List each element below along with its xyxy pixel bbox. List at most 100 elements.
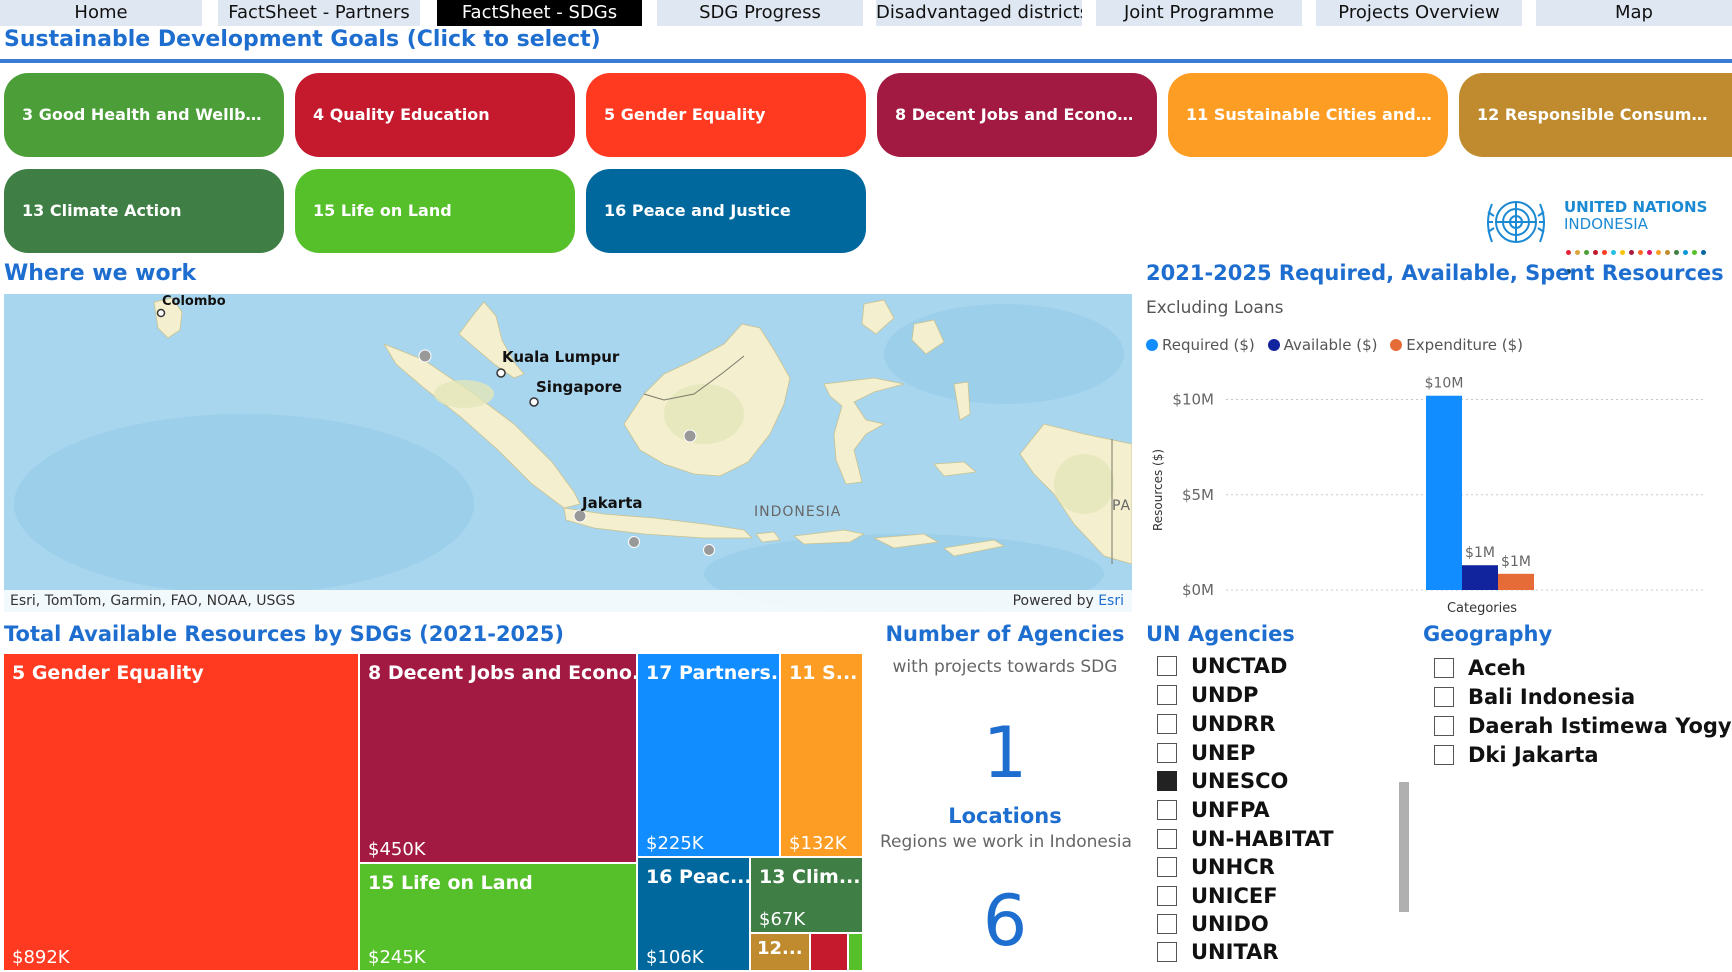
checkbox[interactable] [1157,829,1177,849]
bar-required [1426,395,1462,590]
sdg-button-8[interactable]: 8 Decent Jobs and Economic ... [877,73,1157,157]
logo-line-1: UNITED NATIONS [1564,198,1708,216]
sdg-button-3[interactable]: 3 Good Health and Wellbeing [4,73,284,157]
resources-chart-legend: Required ($) Available ($) Expenditure (… [1146,336,1531,354]
sdg-button-4[interactable]: 4 Quality Education [295,73,575,157]
treemap-tile-16[interactable]: 16 Peac... $106K [638,858,751,972]
tile-value: $245K [368,947,426,968]
checkbox[interactable] [1434,745,1454,765]
legend-item-available[interactable]: Available ($) [1267,336,1378,354]
checkbox[interactable] [1157,743,1177,763]
slicer-item-label: Daerah Istimewa Yogya... [1468,714,1732,738]
sdg-button-13[interactable]: 13 Climate Action [4,169,284,253]
treemap-tile-11[interactable]: 11 S... $132K [781,654,864,858]
slicer-item-label: UNITAR [1191,940,1279,964]
sdg-button-12[interactable]: 12 Responsible Consumption... [1459,73,1732,157]
checkbox[interactable] [1157,714,1177,734]
locations-kpi-subtitle: Regions we work in Indonesia [880,832,1132,852]
tab-map[interactable]: Map [1536,0,1732,26]
treemap-tile-small[interactable] [849,934,864,972]
tab-home[interactable]: Home [0,0,202,26]
y-tick-label: $5M [1182,486,1214,504]
treemap-tile-17[interactable]: 17 Partners... $225K [638,654,781,858]
map-basemap [4,294,1132,612]
sdg-button-11[interactable]: 11 Sustainable Cities and Co... [1168,73,1448,157]
sdg-section-title: Sustainable Development Goals (Click to … [4,27,601,52]
bar-available [1462,565,1498,590]
sdg-button-label: 3 Good Health and Wellbeing [22,105,284,124]
esri-link[interactable]: Esri [1098,593,1124,609]
x-axis-label: Categories [1447,601,1517,616]
un-agencies-title: UN Agencies [1146,622,1295,646]
treemap-tile-4[interactable] [811,934,849,972]
legend-label: Available ($) [1283,336,1378,354]
slicer-item-label: UN-HABITAT [1191,827,1334,851]
checkbox[interactable] [1157,656,1177,676]
agencies-kpi-title: Number of Agencies [885,622,1125,646]
slicer-item-label: UNFPA [1191,798,1270,822]
tab-joint-programme[interactable]: Joint Programme [1096,0,1302,26]
tile-value: $67K [759,909,806,930]
resources-bar-chart: $0M $5M $10M Resources ($) Categories $10M $1M… [1151,376,1706,616]
tab-factsheet-partners[interactable]: FactSheet - Partners [218,0,420,26]
map-powered-by: Powered by Esri [1013,590,1124,612]
sdg-button-label: 4 Quality Education [313,105,490,124]
treemap-tile-5[interactable]: 5 Gender Equality $892K [4,654,360,972]
checkbox[interactable] [1157,771,1177,791]
checkbox[interactable] [1434,687,1454,707]
tab-disadvantaged-districts[interactable]: Disadvantaged districts [876,0,1082,26]
sdg-button-label: 16 Peace and Justice [604,201,791,220]
legend-dot [1267,339,1280,351]
tile-label: 13 Clim... [759,866,861,888]
sdg-button-label: 5 Gender Equality [604,105,766,124]
tile-value: $892K [12,947,70,968]
legend-item-expenditure[interactable]: Expenditure ($) [1390,336,1523,354]
checkbox[interactable] [1157,857,1177,877]
treemap-tile-13[interactable]: 13 Clim... $67K [751,858,864,934]
checkbox[interactable] [1434,716,1454,736]
checkbox[interactable] [1157,886,1177,906]
agencies-kpi-subtitle: with projects towards SDG [892,657,1118,677]
y-tick-label: $10M [1172,391,1214,409]
geography-title: Geography [1423,622,1553,646]
slicer-item-label: UNHCR [1191,855,1275,879]
map-label-singapore: Singapore [536,378,623,396]
slicer-item-label: Bali Indonesia [1468,685,1636,709]
tab-factsheet-sdgs[interactable]: FactSheet - SDGs [437,0,642,26]
map-view[interactable]: Colombo Kuala Lumpur Singapore Jakarta I… [4,294,1132,612]
powered-by-text: Powered by [1012,593,1099,609]
treemap-tile-8[interactable]: 8 Decent Jobs and Econo... $450K [360,654,638,864]
sdg-button-label: 11 Sustainable Cities and Co... [1186,105,1448,124]
slicer-item-label: UNICEF [1191,884,1278,908]
checkbox[interactable] [1434,658,1454,678]
resources-chart-title: 2021-2025 Required, Available, Spent Res… [1146,261,1732,285]
tab-sdg-progress[interactable]: SDG Progress [657,0,863,26]
sdg-button-label: 13 Climate Action [22,201,182,220]
bar-data-label: $1M [1501,554,1531,570]
map-attribution: Esri, TomTom, Garmin, FAO, NOAA, USGS [10,593,296,609]
tile-label: 12... [757,938,803,959]
treemap-tile-15[interactable]: 15 Life on Land $245K [360,864,638,972]
legend-dot [1390,339,1403,351]
sdg-button-5[interactable]: 5 Gender Equality [586,73,866,157]
map-title: Where we work [4,261,197,286]
sdg-button-15[interactable]: 15 Life on Land [295,169,575,253]
checkbox[interactable] [1157,942,1177,962]
checkbox[interactable] [1157,800,1177,820]
treemap-title: Total Available Resources by SDGs (2021-… [4,622,564,646]
treemap-tile-12[interactable]: 12... [751,934,811,972]
tile-label: 17 Partners... [646,662,781,684]
legend-dot [1146,339,1158,351]
checkbox[interactable] [1157,914,1177,934]
tab-projects-overview[interactable]: Projects Overview [1316,0,1522,26]
slicer-item-label: UNEP [1191,741,1256,765]
tile-label: 16 Peac... [646,866,751,888]
legend-item-required[interactable]: Required ($) [1146,336,1255,354]
map-attribution-bar: Esri, TomTom, Garmin, FAO, NOAA, USGS Po… [4,590,1132,612]
slicer-scrollbar[interactable] [1399,782,1409,912]
agencies-kpi-value: 1 [982,712,1028,794]
checkbox[interactable] [1157,685,1177,705]
slicer-item-label: UNIDO [1191,912,1269,936]
resources-chart-subtitle: Excluding Loans [1146,298,1284,318]
sdg-button-16[interactable]: 16 Peace and Justice [586,169,866,253]
